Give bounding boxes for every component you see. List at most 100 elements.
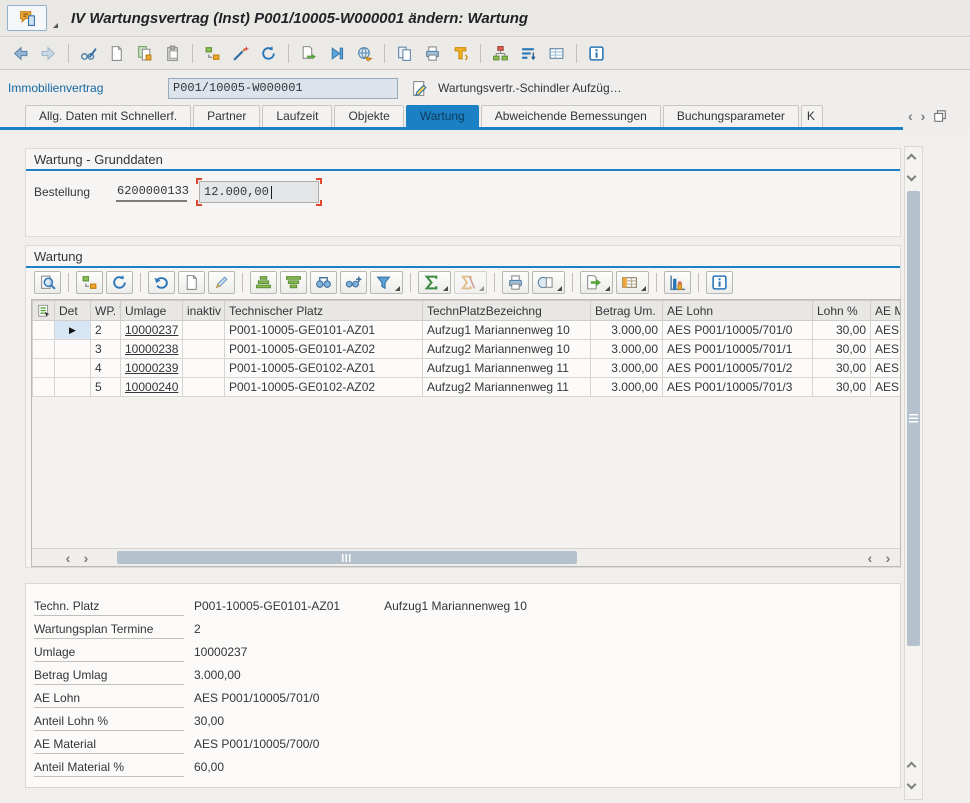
insert-row-button[interactable] xyxy=(178,271,205,294)
display-change-table-button[interactable] xyxy=(76,271,103,294)
sort-descending-button[interactable] xyxy=(280,271,307,294)
info-button[interactable] xyxy=(584,42,609,66)
services-for-object-button[interactable] xyxy=(7,5,47,31)
vertical-scrollbar[interactable] xyxy=(904,146,923,800)
cell-bezeichnung[interactable]: Aufzug1 Mariannenweg 10 xyxy=(423,321,591,340)
overview-list-button[interactable] xyxy=(516,42,541,66)
sum-button[interactable] xyxy=(418,271,451,294)
table-row[interactable]: 3 10000238 P001-10005-GE0101-AZ02 Aufzug… xyxy=(33,340,902,359)
print-button[interactable] xyxy=(420,42,445,66)
paste-button[interactable] xyxy=(160,42,185,66)
cell-ae-lohn[interactable]: AES P001/10005/701/3 xyxy=(663,378,813,397)
export-button[interactable] xyxy=(580,271,613,294)
cell-wp[interactable]: 3 xyxy=(91,340,121,359)
cell-bezeichnung[interactable]: Aufzug1 Mariannenweg 11 xyxy=(423,359,591,378)
tab-wartung[interactable]: Wartung xyxy=(406,105,479,127)
scroll-down-icon[interactable] xyxy=(908,777,920,791)
scroll-right-icon[interactable]: › xyxy=(78,549,94,566)
col-betrag-um[interactable]: Betrag Um. xyxy=(591,301,663,321)
print-table-button[interactable] xyxy=(502,271,529,294)
select-all-header[interactable] xyxy=(33,301,55,321)
refresh-button[interactable] xyxy=(256,42,281,66)
edit-contract-button[interactable] xyxy=(408,78,430,99)
change-button[interactable] xyxy=(228,42,253,66)
tab-buchungsparameter[interactable]: Buchungsparameter xyxy=(663,105,799,127)
scroll-left-icon[interactable]: ‹ xyxy=(862,549,878,566)
cell-betrag[interactable]: 3.000,00 xyxy=(591,340,663,359)
row-select-cell[interactable] xyxy=(33,321,55,340)
cell-tech-platz[interactable]: P001-10005-GE0102-AZ02 xyxy=(225,378,423,397)
bestellung-amount-input[interactable]: 12.000,00 xyxy=(199,181,319,203)
sort-ascending-button[interactable] xyxy=(250,271,277,294)
cell-det[interactable] xyxy=(55,378,91,397)
tab-overview-icon[interactable] xyxy=(933,109,947,123)
contract-input[interactable] xyxy=(168,78,398,99)
create-button[interactable] xyxy=(104,42,129,66)
cell-lohn-pct[interactable]: 30,00 xyxy=(813,359,871,378)
undo-button[interactable] xyxy=(148,271,175,294)
cell-lohn-pct[interactable]: 30,00 xyxy=(813,378,871,397)
transfer-document-button[interactable] xyxy=(296,42,321,66)
cell-tech-platz[interactable]: P001-10005-GE0101-AZ02 xyxy=(225,340,423,359)
cell-umlage[interactable]: 10000240 xyxy=(121,378,183,397)
dropdown-arrow-icon[interactable] xyxy=(53,23,58,28)
cell-lohn-pct[interactable]: 30,00 xyxy=(813,321,871,340)
cell-wp[interactable]: 2 xyxy=(91,321,121,340)
col-inaktiv[interactable]: inaktiv xyxy=(183,301,225,321)
cell-inaktiv[interactable] xyxy=(183,340,225,359)
scroll-up-icon[interactable] xyxy=(908,151,920,165)
cell-ae-lohn[interactable]: AES P001/10005/701/0 xyxy=(663,321,813,340)
table-info-button[interactable] xyxy=(706,271,733,294)
row-select-cell[interactable] xyxy=(33,359,55,378)
cell-inaktiv[interactable] xyxy=(183,359,225,378)
cell-ae-material[interactable]: AES xyxy=(871,378,902,397)
col-wp-t[interactable]: WP. T xyxy=(91,301,121,321)
cell-ae-material[interactable]: AES xyxy=(871,359,902,378)
tab-scroll-left-icon[interactable]: ‹ xyxy=(908,107,913,125)
cell-umlage[interactable]: 10000237 xyxy=(121,321,183,340)
cell-bezeichnung[interactable]: Aufzug2 Mariannenweg 10 xyxy=(423,340,591,359)
cell-betrag[interactable]: 3.000,00 xyxy=(591,359,663,378)
edit-row-button[interactable] xyxy=(208,271,235,294)
web-service-button[interactable] xyxy=(352,42,377,66)
horizontal-scroll-thumb[interactable] xyxy=(117,551,577,564)
vertical-scroll-thumb[interactable] xyxy=(907,191,920,646)
tab-allg-daten[interactable]: Allg. Daten mit Schnellerf. xyxy=(25,105,191,127)
refresh-table-button[interactable] xyxy=(106,271,133,294)
scroll-left-icon[interactable]: ‹ xyxy=(60,549,76,566)
tab-abweichende-bemessungen[interactable]: Abweichende Bemessungen xyxy=(481,105,661,127)
cell-det[interactable]: ▶ xyxy=(55,321,91,340)
row-select-cell[interactable] xyxy=(33,340,55,359)
tab-objekte[interactable]: Objekte xyxy=(334,105,403,127)
print-preview-button[interactable] xyxy=(532,271,565,294)
scroll-right-icon[interactable]: › xyxy=(880,549,896,566)
table-view-button[interactable] xyxy=(544,42,569,66)
cell-wp[interactable]: 5 xyxy=(91,378,121,397)
tab-partner[interactable]: Partner xyxy=(193,105,260,127)
cell-inaktiv[interactable] xyxy=(183,321,225,340)
filter-button[interactable] xyxy=(370,271,403,294)
forward-button[interactable] xyxy=(36,42,61,66)
cell-tech-platz[interactable]: P001-10005-GE0102-AZ01 xyxy=(225,359,423,378)
cell-ae-material[interactable]: AES xyxy=(871,321,902,340)
copy-button[interactable] xyxy=(132,42,157,66)
col-technplatzbezeichng[interactable]: TechnPlatzBezeichng xyxy=(423,301,591,321)
scroll-down-icon[interactable] xyxy=(908,169,920,183)
execute-button[interactable] xyxy=(324,42,349,66)
row-select-cell[interactable] xyxy=(33,378,55,397)
find-button[interactable] xyxy=(310,271,337,294)
subtotal-button[interactable] xyxy=(454,271,487,294)
tab-laufzeit[interactable]: Laufzeit xyxy=(262,105,332,127)
undo-transport-button[interactable] xyxy=(448,42,473,66)
cell-betrag[interactable]: 3.000,00 xyxy=(591,321,663,340)
col-ae-material[interactable]: AE M xyxy=(871,301,902,321)
table-row[interactable]: 4 10000239 P001-10005-GE0102-AZ01 Aufzug… xyxy=(33,359,902,378)
copy-documents-button[interactable] xyxy=(392,42,417,66)
cell-ae-lohn[interactable]: AES P001/10005/701/2 xyxy=(663,359,813,378)
scroll-up-icon[interactable] xyxy=(908,759,920,773)
cell-inaktiv[interactable] xyxy=(183,378,225,397)
bestellung-number-field[interactable]: 6200000133 xyxy=(116,182,187,202)
assign-button[interactable] xyxy=(200,42,225,66)
cell-umlage[interactable]: 10000238 xyxy=(121,340,183,359)
org-chart-button[interactable] xyxy=(488,42,513,66)
